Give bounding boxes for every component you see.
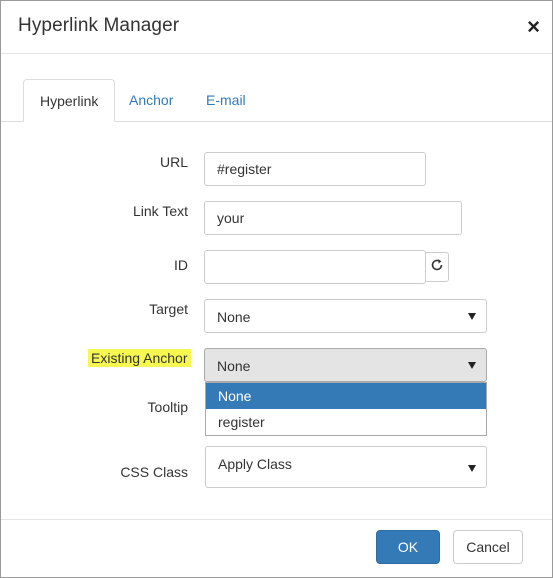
- tooltip-label: Tooltip: [147, 399, 188, 415]
- dropdown-option-register[interactable]: register: [206, 409, 486, 435]
- target-label: Target: [149, 301, 188, 317]
- target-select[interactable]: None: [204, 299, 487, 333]
- css-class-label: CSS Class: [120, 464, 188, 480]
- dropdown-option-none[interactable]: None: [206, 383, 486, 409]
- css-class-select[interactable]: Apply Class: [205, 446, 487, 488]
- link-text-input[interactable]: your: [204, 201, 462, 235]
- dialog-title: Hyperlink Manager: [18, 15, 180, 36]
- refresh-id-button[interactable]: [425, 252, 449, 282]
- close-icon[interactable]: ×: [527, 14, 540, 40]
- caret-down-icon: [468, 313, 476, 320]
- tab-hyperlink[interactable]: Hyperlink: [23, 79, 116, 122]
- existing-anchor-select[interactable]: None: [204, 348, 487, 382]
- footer-divider: [1, 519, 552, 520]
- existing-anchor-label: Existing Anchor: [88, 349, 191, 367]
- link-text-label: Link Text: [133, 203, 188, 219]
- id-input[interactable]: [204, 250, 426, 284]
- hyperlink-manager-dialog: Hyperlink Manager × Hyperlink Anchor E-m…: [0, 0, 553, 578]
- target-select-value: None: [217, 309, 251, 325]
- cancel-button[interactable]: Cancel: [453, 530, 523, 564]
- url-input[interactable]: #register: [204, 152, 426, 186]
- tab-email[interactable]: E-mail: [190, 79, 262, 122]
- existing-anchor-dropdown: None register: [205, 382, 487, 436]
- header-divider: [1, 53, 552, 54]
- caret-down-icon: [468, 465, 476, 472]
- existing-anchor-select-value: None: [217, 358, 251, 374]
- id-label: ID: [174, 257, 188, 273]
- css-class-select-value: Apply Class: [218, 456, 292, 472]
- tab-anchor[interactable]: Anchor: [113, 79, 189, 122]
- ok-button[interactable]: OK: [376, 530, 440, 564]
- url-label: URL: [159, 154, 188, 170]
- caret-down-icon: [468, 362, 476, 369]
- refresh-icon: [430, 258, 444, 277]
